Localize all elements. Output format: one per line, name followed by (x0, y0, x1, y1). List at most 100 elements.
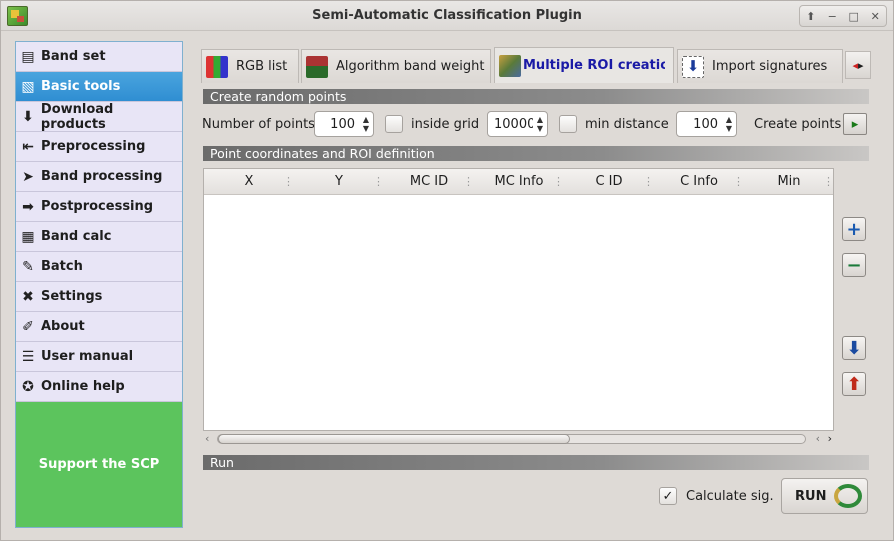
tab-rgb-list[interactable]: RGB list (201, 49, 299, 83)
tab-multiple-roi-creation[interactable]: Multiple ROI creation (494, 47, 674, 83)
app-window: Semi-Automatic Classification Plugin ⬆ −… (0, 0, 894, 541)
plus-icon: + (846, 218, 862, 240)
calculate-sig-label: Calculate sig. (686, 489, 774, 504)
min-distance-label: min distance (585, 117, 669, 132)
sidebar-item-about[interactable]: ✐ About (16, 312, 182, 342)
section-run: Run (203, 455, 869, 470)
column-header[interactable]: MC Info (474, 169, 564, 195)
sidebar-item-band-processing[interactable]: ➤ Band processing (16, 162, 182, 192)
run-button[interactable]: RUN (781, 478, 868, 514)
arrow-down-icon: ⬇ (846, 337, 862, 359)
maximize-button[interactable]: □ (843, 6, 865, 26)
tab-label: Import signatures (712, 59, 828, 74)
spin-arrows-icon[interactable]: ▲ ▼ (359, 112, 373, 136)
grid-size-spinbox[interactable]: 10000 ▲ ▼ (487, 111, 548, 137)
tab-label: Algorithm band weight (336, 59, 485, 74)
window-controls: ⬆ − □ ✕ (799, 5, 887, 27)
minimize-button[interactable]: − (822, 6, 844, 26)
spinbox-value[interactable]: 10000 (488, 117, 533, 132)
scroll-left-icon[interactable]: ‹ (205, 432, 209, 445)
multiple-roi-icon (499, 54, 521, 77)
sidebar: ▤ Band set ▧ Basic tools ⬇ Download products ⇤… (15, 41, 183, 528)
sidebar-item-label: Band calc (41, 229, 112, 244)
scroll-track[interactable] (217, 434, 806, 444)
sidebar-item-label: User manual (41, 349, 134, 364)
minus-icon: − (846, 254, 862, 276)
min-distance-checkbox[interactable] (559, 115, 577, 133)
sidebar-item-batch[interactable]: ✎ Batch (16, 252, 182, 282)
spin-arrows-icon[interactable]: ▲ ▼ (533, 112, 547, 136)
sidebar-item-band-calc[interactable]: ▦ Band calc (16, 222, 182, 252)
horizontal-scrollbar[interactable]: ‹ ‹ › (203, 432, 834, 446)
scroll-thumb[interactable] (218, 434, 570, 444)
download-icon: ⬇ (22, 108, 34, 125)
tab-label: Multiple ROI creation (523, 58, 665, 73)
support-scp-button[interactable]: Support the SCP (16, 402, 182, 527)
remove-row-button[interactable]: − (842, 253, 866, 277)
sidebar-item-settings[interactable]: ✖ Settings (16, 282, 182, 312)
sidebar-item-label: Settings (41, 289, 103, 304)
pin-button[interactable]: ⬆ (800, 6, 822, 26)
basic-tools-icon: ▧ (21, 78, 35, 95)
sidebar-item-online-help[interactable]: ✪ Online help (16, 372, 182, 402)
postprocessing-icon: ➡ (22, 198, 34, 215)
spin-arrows-icon[interactable]: ▲ ▼ (722, 112, 736, 136)
sidebar-item-label: Online help (41, 379, 125, 394)
rgb-list-icon (206, 55, 228, 78)
column-header[interactable]: C Info (654, 169, 744, 195)
tab-bar: RGB list Algorithm band weight Multiple … (201, 47, 871, 83)
band-processing-icon: ➤ (22, 168, 34, 185)
run-label: RUN (795, 488, 827, 504)
user-manual-icon: ☰ (21, 348, 35, 365)
tab-scroll-buttons[interactable]: ◂ ▸ (845, 51, 871, 79)
sidebar-item-basic-tools[interactable]: ▧ Basic tools (16, 72, 182, 102)
scroll-right-icon[interactable]: › (828, 432, 832, 445)
close-button[interactable]: ✕ (865, 6, 887, 26)
about-icon: ✐ (22, 318, 34, 335)
roi-table[interactable]: XYMC IDMC InfoC IDC InfoMin (203, 168, 834, 431)
algorithm-band-weight-icon (306, 55, 328, 78)
section-create-random-points: Create random points (203, 89, 869, 104)
sidebar-item-postprocessing[interactable]: ➡ Postprocessing (16, 192, 182, 222)
sidebar-item-download-products[interactable]: ⬇ Download products (16, 102, 182, 132)
column-header[interactable]: MC ID (384, 169, 474, 195)
run-icon (834, 484, 863, 508)
tab-label: RGB list (236, 59, 288, 74)
tab-algorithm-band-weight[interactable]: Algorithm band weight (301, 49, 491, 83)
sidebar-item-band-set[interactable]: ▤ Band set (16, 42, 182, 72)
spinbox-value[interactable]: 100 (677, 117, 722, 132)
sidebar-item-preprocessing[interactable]: ⇤ Preprocessing (16, 132, 182, 162)
tab-import-signatures[interactable]: ⬇ Import signatures (677, 49, 843, 83)
column-header[interactable]: C ID (564, 169, 654, 195)
sidebar-item-label: Postprocessing (41, 199, 154, 214)
number-of-points-spinbox[interactable]: 100 ▲ ▼ (314, 111, 374, 137)
add-row-button[interactable]: + (842, 217, 866, 241)
scroll-left-end-icon[interactable]: ‹ (816, 432, 820, 445)
sidebar-item-label: Batch (41, 259, 83, 274)
checkmark-icon: ✓ (662, 488, 674, 504)
settings-icon: ✖ (22, 288, 34, 305)
inside-grid-checkbox[interactable] (385, 115, 403, 133)
sidebar-item-user-manual[interactable]: ☰ User manual (16, 342, 182, 372)
batch-icon: ✎ (22, 258, 34, 275)
column-header[interactable]: Min (744, 169, 834, 195)
sidebar-item-label: Preprocessing (41, 139, 146, 154)
chevron-right-icon[interactable]: ▸ (858, 59, 864, 72)
online-help-icon: ✪ (22, 378, 34, 395)
min-distance-spinbox[interactable]: 100 ▲ ▼ (676, 111, 737, 137)
sidebar-item-label: Band set (41, 49, 106, 64)
inside-grid-label: inside grid (411, 117, 480, 132)
calculate-sig-checkbox[interactable]: ✓ (659, 487, 677, 505)
spinbox-value[interactable]: 100 (315, 117, 359, 132)
band-calc-icon: ▦ (21, 228, 35, 245)
sidebar-item-label: Band processing (41, 169, 163, 184)
column-header[interactable]: Y (294, 169, 384, 195)
column-header[interactable]: X (204, 169, 294, 195)
export-button[interactable]: ⬇ (842, 336, 866, 360)
create-points-button[interactable]: ▸ (843, 113, 867, 135)
run-arrow-icon: ▸ (851, 116, 859, 132)
import-button[interactable]: ⬆ (842, 372, 866, 396)
import-signatures-icon: ⬇ (682, 55, 704, 78)
create-points-label: Create points (754, 117, 842, 132)
title-bar: Semi-Automatic Classification Plugin ⬆ −… (1, 1, 893, 31)
